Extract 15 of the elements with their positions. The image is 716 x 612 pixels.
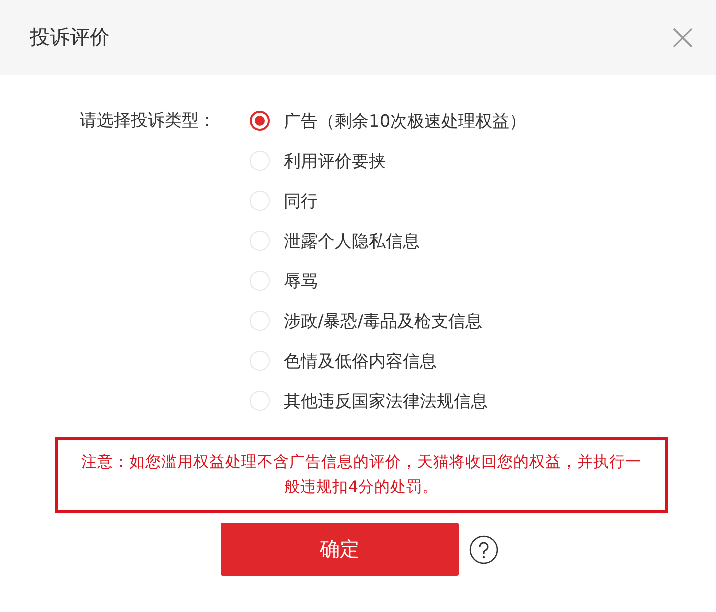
help-icon[interactable] — [469, 534, 499, 564]
radio-button[interactable] — [250, 111, 270, 131]
option-label[interactable]: 色情及低俗内容信息 — [284, 350, 437, 372]
field-label: 请选择投诉类型： — [80, 111, 217, 133]
confirm-button[interactable]: 确定 — [221, 523, 459, 576]
option-label[interactable]: 广告（剩余10次极速处理权益） — [284, 110, 527, 132]
option-label[interactable]: 泄露个人隐私信息 — [284, 230, 420, 252]
window-title: 投诉评价 — [30, 24, 110, 51]
option-label[interactable]: 其他违反国家法律法规信息 — [284, 390, 488, 412]
option-label[interactable]: 利用评价要挟 — [284, 150, 386, 172]
warning-notice: 注意：如您滥用权益处理不含广告信息的评价，天猫将收回您的权益，并执行一般违规扣4分的处罚。 — [55, 437, 668, 513]
option-label[interactable]: 辱骂 — [284, 270, 318, 292]
close-icon[interactable] — [672, 26, 694, 48]
option-label[interactable]: 同行 — [284, 190, 318, 212]
option-label[interactable]: 涉政/暴恐/毒品及枪支信息 — [284, 310, 482, 332]
